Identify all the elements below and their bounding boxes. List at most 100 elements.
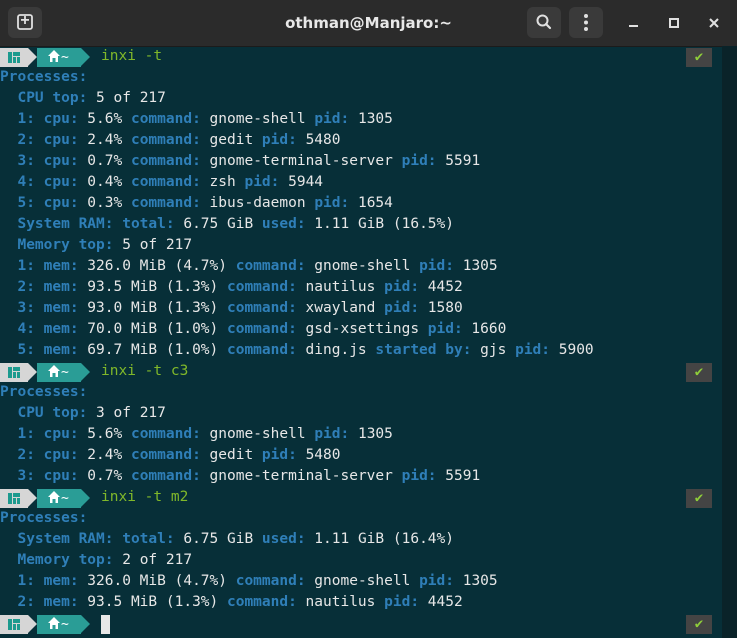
output-field-value: gnome-terminal-server [200, 468, 402, 484]
search-icon [536, 14, 552, 30]
manjaro-logo-icon [8, 367, 20, 378]
output-line: Processes: [0, 67, 722, 88]
output-field-label: command: [235, 573, 306, 589]
menu-button[interactable] [569, 7, 603, 38]
output-field-label: 5: cpu: [0, 195, 79, 211]
output-field-label: started by: [375, 342, 472, 358]
output-field-label: pid: [314, 111, 350, 127]
output-field-label: 1: mem: [0, 258, 79, 274]
output-line: 1: mem: 326.0 MiB (4.7%) command: gnome-… [0, 571, 722, 592]
output-field-label: 4: cpu: [0, 174, 79, 190]
output-line: CPU top: 3 of 217 [0, 403, 722, 424]
output-field-label: 2: mem: [0, 279, 79, 295]
prompt-dir-arrow [81, 363, 90, 381]
output-field-label: Processes: [0, 510, 88, 526]
output-field-value: 5591 [436, 468, 481, 484]
output-line: 1: cpu: 5.6% command: gnome-shell pid: 1… [0, 424, 722, 445]
output-field-value: 1305 [453, 573, 498, 589]
output-field-value: 5 of 217 [87, 90, 166, 106]
output-field-value: 326.0 MiB (4.7%) [78, 573, 236, 589]
check-icon: ✔ [694, 616, 704, 632]
kebab-menu-icon [584, 14, 588, 31]
scrollbar[interactable] [722, 46, 737, 638]
prompt-os-arrow [28, 363, 37, 381]
output-field-label: pid: [515, 342, 551, 358]
output-field-label: Processes: [0, 69, 88, 85]
manjaro-logo-icon [8, 52, 20, 63]
output-field-value: 4452 [419, 279, 463, 295]
output-field-label: pid: [384, 594, 420, 610]
output-field-label: command: [235, 258, 306, 274]
output-field-value: 5944 [279, 174, 324, 190]
output-field-label: command: [130, 111, 201, 127]
close-button[interactable] [700, 9, 728, 37]
minimize-icon [629, 25, 638, 27]
output-field-value: 93.5 MiB (1.3%) [78, 594, 227, 610]
check-icon: ✔ [694, 364, 704, 380]
output-field-value: 6.75 GiB [174, 531, 262, 547]
home-icon [48, 491, 60, 503]
output-field-label: command: [226, 342, 297, 358]
output-field-value: 4452 [419, 594, 463, 610]
output-field-label: Processes: [0, 384, 88, 400]
prompt-os-arrow [28, 489, 37, 507]
output-line: System RAM: total: 6.75 GiB used: 1.11 G… [0, 529, 722, 550]
output-field-label: pid: [384, 300, 420, 316]
output-field-value: 1305 [453, 258, 498, 274]
output-field-value: 93.0 MiB (1.3%) [78, 300, 227, 316]
output-field-value: 93.5 MiB (1.3%) [78, 279, 227, 295]
output-field-value: 5 of 217 [113, 237, 193, 253]
output-field-label: 3: cpu: [0, 153, 79, 169]
output-line: 2: mem: 93.5 MiB (1.3%) command: nautilu… [0, 277, 722, 298]
close-icon [709, 18, 719, 28]
output-field-label: pid: [401, 468, 437, 484]
output-line: 5: mem: 69.7 MiB (1.0%) command: ding.js… [0, 340, 722, 361]
output-field-label: 3: mem: [0, 300, 79, 316]
output-field-value: nautilus [296, 279, 385, 295]
output-field-value: nautilus [296, 594, 385, 610]
maximize-button[interactable] [660, 9, 688, 37]
command-text: inxi -t [101, 48, 163, 64]
prompt-line: ~ inxi -t ✔ [0, 46, 722, 67]
output-field-label: pid: [427, 321, 463, 337]
search-button[interactable] [527, 7, 561, 38]
manjaro-logo-icon [8, 493, 20, 504]
output-field-value: 0.3% [78, 195, 131, 211]
minimize-button[interactable] [619, 9, 647, 37]
output-field-value: 5591 [436, 153, 481, 169]
output-field-label: pid: [314, 426, 350, 442]
prompt-os-segment [0, 615, 28, 634]
prompt-os-arrow [28, 48, 37, 66]
output-line: 4: cpu: 0.4% command: zsh pid: 5944 [0, 172, 722, 193]
output-line: 1: mem: 326.0 MiB (4.7%) command: gnome-… [0, 256, 722, 277]
output-field-value: 326.0 MiB (4.7%) [78, 258, 236, 274]
output-field-value: gedit [200, 447, 262, 463]
output-field-value: 0.7% [78, 153, 131, 169]
terminal-output[interactable]: ~ inxi -t ✔ Processes: CPU top: 5 of 217 1:… [0, 46, 722, 638]
output-field-value: 1580 [419, 300, 463, 316]
output-field-value: 69.7 MiB (1.0%) [78, 342, 227, 358]
output-line: Processes: [0, 508, 722, 529]
output-field-value: 0.4% [78, 174, 131, 190]
output-line: Memory top: 2 of 217 [0, 550, 722, 571]
output-field-value: ding.js [296, 342, 376, 358]
output-field-label: System RAM: total: [0, 216, 175, 232]
output-field-value: zsh [200, 174, 245, 190]
output-field-value: 1654 [349, 195, 393, 211]
prompt-dir-label: ~ [61, 50, 69, 65]
output-field-label: command: [226, 300, 297, 316]
output-field-value: 5.6% [78, 426, 131, 442]
output-line: 3: mem: 93.0 MiB (1.3%) command: xwaylan… [0, 298, 722, 319]
output-field-label: Memory top: [0, 237, 114, 253]
output-field-value: 70.0 MiB (1.0%) [78, 321, 227, 337]
output-field-value: 2 of 217 [113, 552, 193, 568]
output-field-label: command: [130, 426, 201, 442]
output-field-label: System RAM: total: [0, 531, 175, 547]
output-line: 1: cpu: 5.6% command: gnome-shell pid: 1… [0, 109, 722, 130]
prompt-os-segment [0, 48, 28, 67]
prompt-dir-arrow [81, 489, 90, 507]
output-line: 5: cpu: 0.3% command: ibus-daemon pid: 1… [0, 193, 722, 214]
output-field-value: gnome-shell [305, 573, 420, 589]
terminal-cursor[interactable] [101, 615, 110, 634]
manjaro-logo-icon [8, 619, 20, 630]
